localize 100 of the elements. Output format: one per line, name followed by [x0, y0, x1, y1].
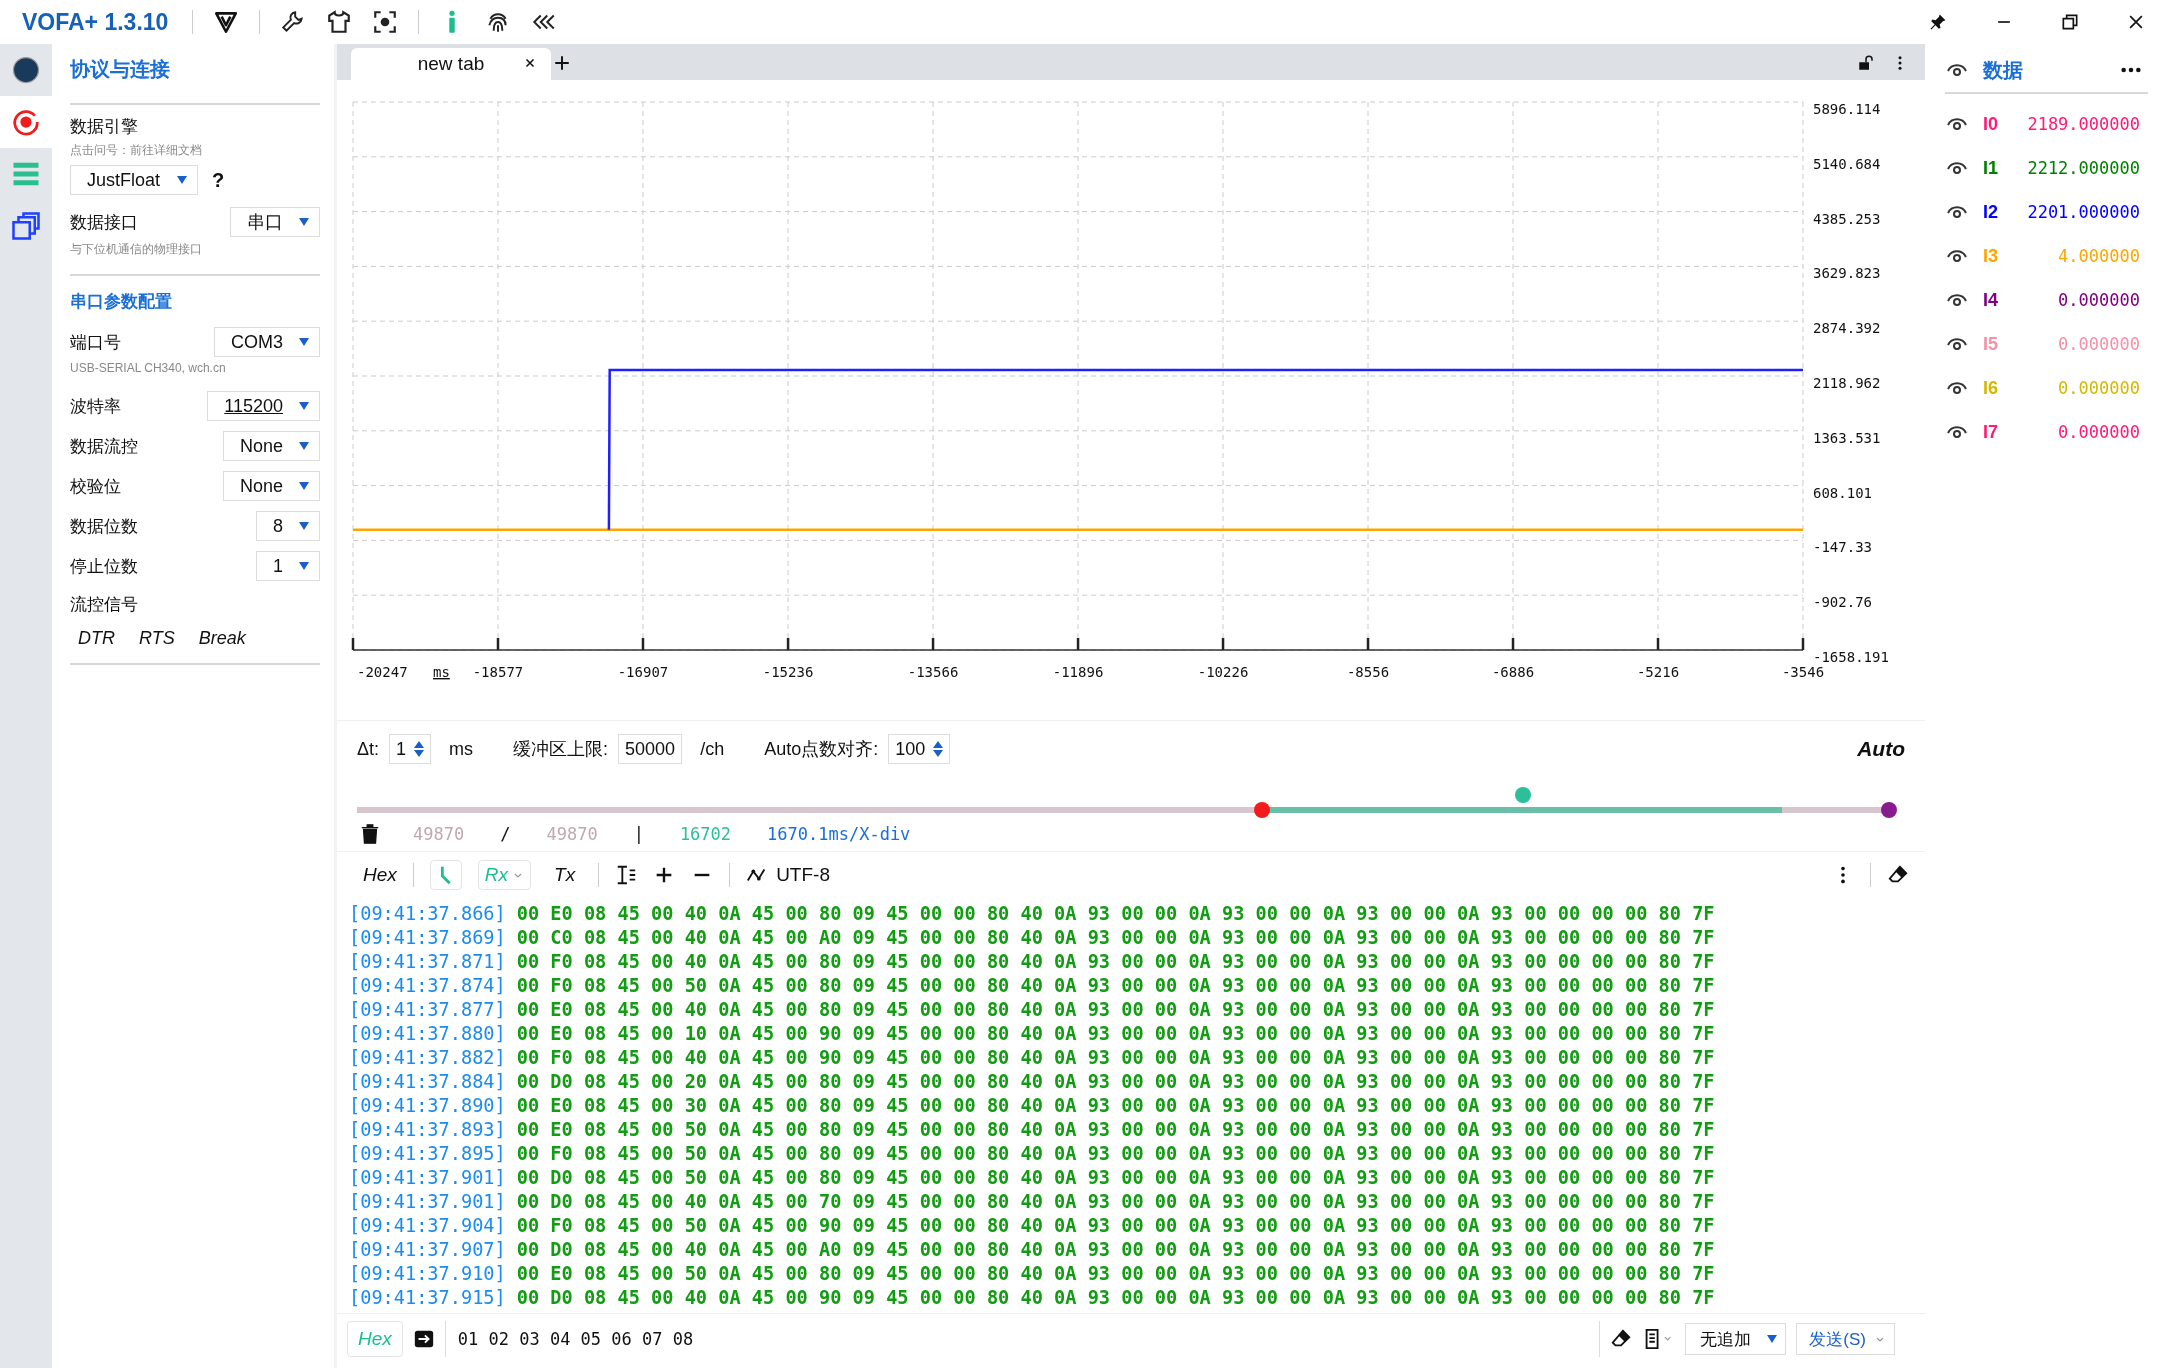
log-timestamp: [09:41:37.866]	[349, 902, 506, 926]
auto-mode-button[interactable]: Auto	[1857, 737, 1905, 761]
slider-handle[interactable]	[1254, 802, 1271, 818]
field-label: 校验位	[70, 475, 121, 498]
channel-value: 2189.000000	[2027, 114, 2140, 134]
send-input[interactable]: 01 02 03 04 05 06 07 08	[455, 1328, 1590, 1350]
slider-handle[interactable]	[1881, 802, 1897, 818]
dt-spinbox[interactable]: 1	[389, 734, 432, 764]
log-bytes: 00 E0 08 45 00 40 0A 45 00 80 09 45 00 00 80 40 0A 93 00 00 0A 93 00 00 0A 93 00 00 0A 93 00 00 00 00 80 7F	[516, 902, 1715, 926]
log-bytes: 00 D0 08 45 00 40 0A 45 00 70 09 45 00 00 80 40 0A 93 00 00 0A 93 00 00 0A 93 00 00 0A 93 00 00 00 00 80 7F	[516, 1190, 1715, 1214]
field-select[interactable]: COM3	[214, 327, 320, 357]
align-label: Auto点数对齐:	[764, 738, 879, 761]
x-tick-label: -6886	[1491, 664, 1535, 680]
channel-name: I7	[1983, 421, 1999, 443]
divider-text: |	[633, 824, 644, 844]
x-tick-label: -5216	[1636, 664, 1680, 680]
screenshot-icon[interactable]	[372, 9, 399, 35]
y-tick-label: 2874.392	[1813, 320, 1881, 337]
log-bytes: 00 F0 08 45 00 50 0A 45 00 80 09 45 00 00 80 40 0A 93 00 00 0A 93 00 00 0A 93 00 00 0A 93 00 00 00 00 80 7F	[516, 1142, 1715, 1166]
x-tick-label: -16907	[617, 664, 669, 680]
v-logo-icon[interactable]	[213, 9, 240, 35]
x-tick-label: -18577	[472, 664, 524, 680]
text-format-icon[interactable]	[615, 864, 638, 886]
log-timestamp: [09:41:37.869]	[349, 926, 506, 950]
trash-icon[interactable]	[359, 823, 381, 845]
shirt-icon[interactable]	[326, 9, 353, 35]
engine-select[interactable]: JustFloat	[70, 165, 198, 195]
log-timestamp: [09:41:37.895]	[349, 1142, 506, 1166]
suffix-select[interactable]: 无追加	[1685, 1323, 1787, 1355]
channel-value: 2201.000000	[2027, 202, 2140, 222]
section-title: 串口参数配置	[70, 291, 173, 313]
y-tick-label: 5140.684	[1813, 155, 1881, 172]
hex-toggle[interactable]: Hex	[363, 864, 397, 886]
align-spinbox[interactable]: 100	[888, 734, 951, 764]
log-timestamp: [09:41:37.907]	[349, 1238, 506, 1262]
pin-icon[interactable]	[1928, 12, 1948, 32]
log-bytes: 00 F0 08 45 00 50 0A 45 00 90 09 45 00 00 80 40 0A 93 00 00 0A 93 00 00 0A 93 00 00 0A 93 00 00 00 00 80 7F	[516, 1214, 1715, 1238]
y-tick-label: -147.33	[1813, 539, 1872, 556]
panel-title: 数据	[1983, 57, 2023, 83]
field-label: 数据接口	[70, 211, 138, 234]
log-timestamp: [09:41:37.877]	[349, 998, 506, 1022]
unlock-icon[interactable]	[1857, 54, 1875, 72]
x-tick-label: -13566	[907, 664, 959, 680]
status-dot-icon	[11, 55, 41, 85]
encoding-select[interactable]: UTF-8	[776, 864, 830, 886]
field-select[interactable]: None	[222, 431, 320, 461]
channel-value: 0.000000	[2058, 378, 2140, 398]
log-bytes: 00 E0 08 45 00 50 0A 45 00 80 09 45 00 00 80 40 0A 93 00 00 0A 93 00 00 0A 93 00 00 0A 93 00 00 00 00 80 7F	[516, 1262, 1715, 1286]
received-count: 49870	[413, 824, 465, 844]
signal-toggle[interactable]: Break	[198, 628, 246, 649]
field-select[interactable]: 1	[256, 551, 320, 581]
separator-text: /	[500, 824, 511, 844]
restore-icon[interactable]	[2060, 12, 2080, 32]
field-select[interactable]: 8	[256, 511, 320, 541]
log-bytes: 00 C0 08 45 00 40 0A 45 00 A0 09 45 00 00 80 40 0A 93 00 00 0A 93 00 00 0A 93 00 00 0A 93 00 00 00 00 80 7F	[516, 926, 1715, 950]
cursor-handle[interactable]	[1514, 787, 1531, 803]
signal-toggle[interactable]: DTR	[78, 628, 115, 649]
y-tick-label: 5896.114	[1813, 101, 1881, 117]
tab[interactable]: new tab	[351, 48, 551, 80]
log-timestamp: [09:41:37.893]	[349, 1118, 506, 1142]
channel-value: 0.000000	[2058, 422, 2140, 442]
windows-icon	[11, 211, 41, 241]
log-bytes: 00 F0 08 45 00 40 0A 45 00 90 09 45 00 00 80 40 0A 93 00 00 0A 93 00 00 0A 93 00 00 0A 93 00 00 00 00 80 7F	[516, 1046, 1715, 1070]
hint-text: 点击问号：前往详细文档	[70, 142, 203, 159]
x-axis-label: ms	[433, 664, 450, 680]
log-timestamp: [09:41:37.874]	[349, 974, 506, 998]
send-button[interactable]: 发送(S)	[1796, 1323, 1895, 1355]
close-tab-icon[interactable]	[523, 56, 537, 70]
field-label: 数据位数	[70, 515, 138, 538]
log-timestamp: [09:41:37.890]	[349, 1094, 506, 1118]
x-tick-label: -3546	[1781, 664, 1825, 680]
buffer-input[interactable]: 50000	[618, 734, 683, 764]
field-label: 数据引擎	[70, 116, 139, 138]
dt-label: Δt:	[357, 738, 380, 760]
log-bytes: 00 D0 08 45 00 40 0A 45 00 A0 09 45 00 00 80 40 0A 93 00 00 0A 93 00 00 0A 93 00 00 0A 93 00 00 00 00 80 7F	[516, 1238, 1715, 1262]
signal-toggle[interactable]: RTS	[139, 628, 175, 649]
log-bytes: 00 F0 08 45 00 40 0A 45 00 80 09 45 00 00 80 40 0A 93 00 00 0A 93 00 00 0A 93 00 00 0A 93 00 00 00 00 80 7F	[516, 950, 1715, 974]
enter-icon[interactable]	[412, 1328, 435, 1350]
help-link[interactable]: ?	[212, 168, 225, 192]
field-select[interactable]: None	[222, 471, 320, 501]
hint-text: 与下位机通信的物理接口	[70, 241, 203, 258]
rail-tab[interactable]	[0, 96, 52, 148]
add-tab-icon[interactable]	[553, 54, 571, 72]
interface-select[interactable]: 串口	[230, 207, 320, 237]
field-label: 波特率	[70, 395, 121, 418]
channel-name: I4	[1983, 289, 1999, 311]
log-timestamp: [09:41:37.871]	[349, 950, 506, 974]
field-select[interactable]: 115200	[207, 391, 320, 421]
timestamp-toggle[interactable]	[429, 860, 462, 890]
panel-title: 协议与连接	[70, 57, 171, 82]
log-bytes: 00 E0 08 45 00 50 0A 45 00 80 09 45 00 00 80 40 0A 93 00 00 0A 93 00 00 0A 93 00 00 0A 93 00 00 00 00 80 7F	[516, 1118, 1715, 1142]
y-tick-label: -1658.191	[1813, 649, 1889, 665]
field-label: 流控信号	[70, 594, 139, 616]
log-timestamp: [09:41:37.882]	[349, 1046, 506, 1070]
filter-toggle[interactable]: Tx	[547, 860, 583, 890]
x-tick-label: -11896	[1052, 664, 1104, 680]
log-bytes: 00 F0 08 45 00 50 0A 45 00 80 09 45 00 00 80 40 0A 93 00 00 0A 93 00 00 0A 93 00 00 0A 93 00 00 00 00 80 7F	[516, 974, 1715, 998]
more-icon[interactable]	[2120, 66, 2142, 74]
log-timestamp: [09:41:37.915]	[349, 1286, 506, 1310]
y-tick-label: 2118.962	[1813, 375, 1881, 391]
